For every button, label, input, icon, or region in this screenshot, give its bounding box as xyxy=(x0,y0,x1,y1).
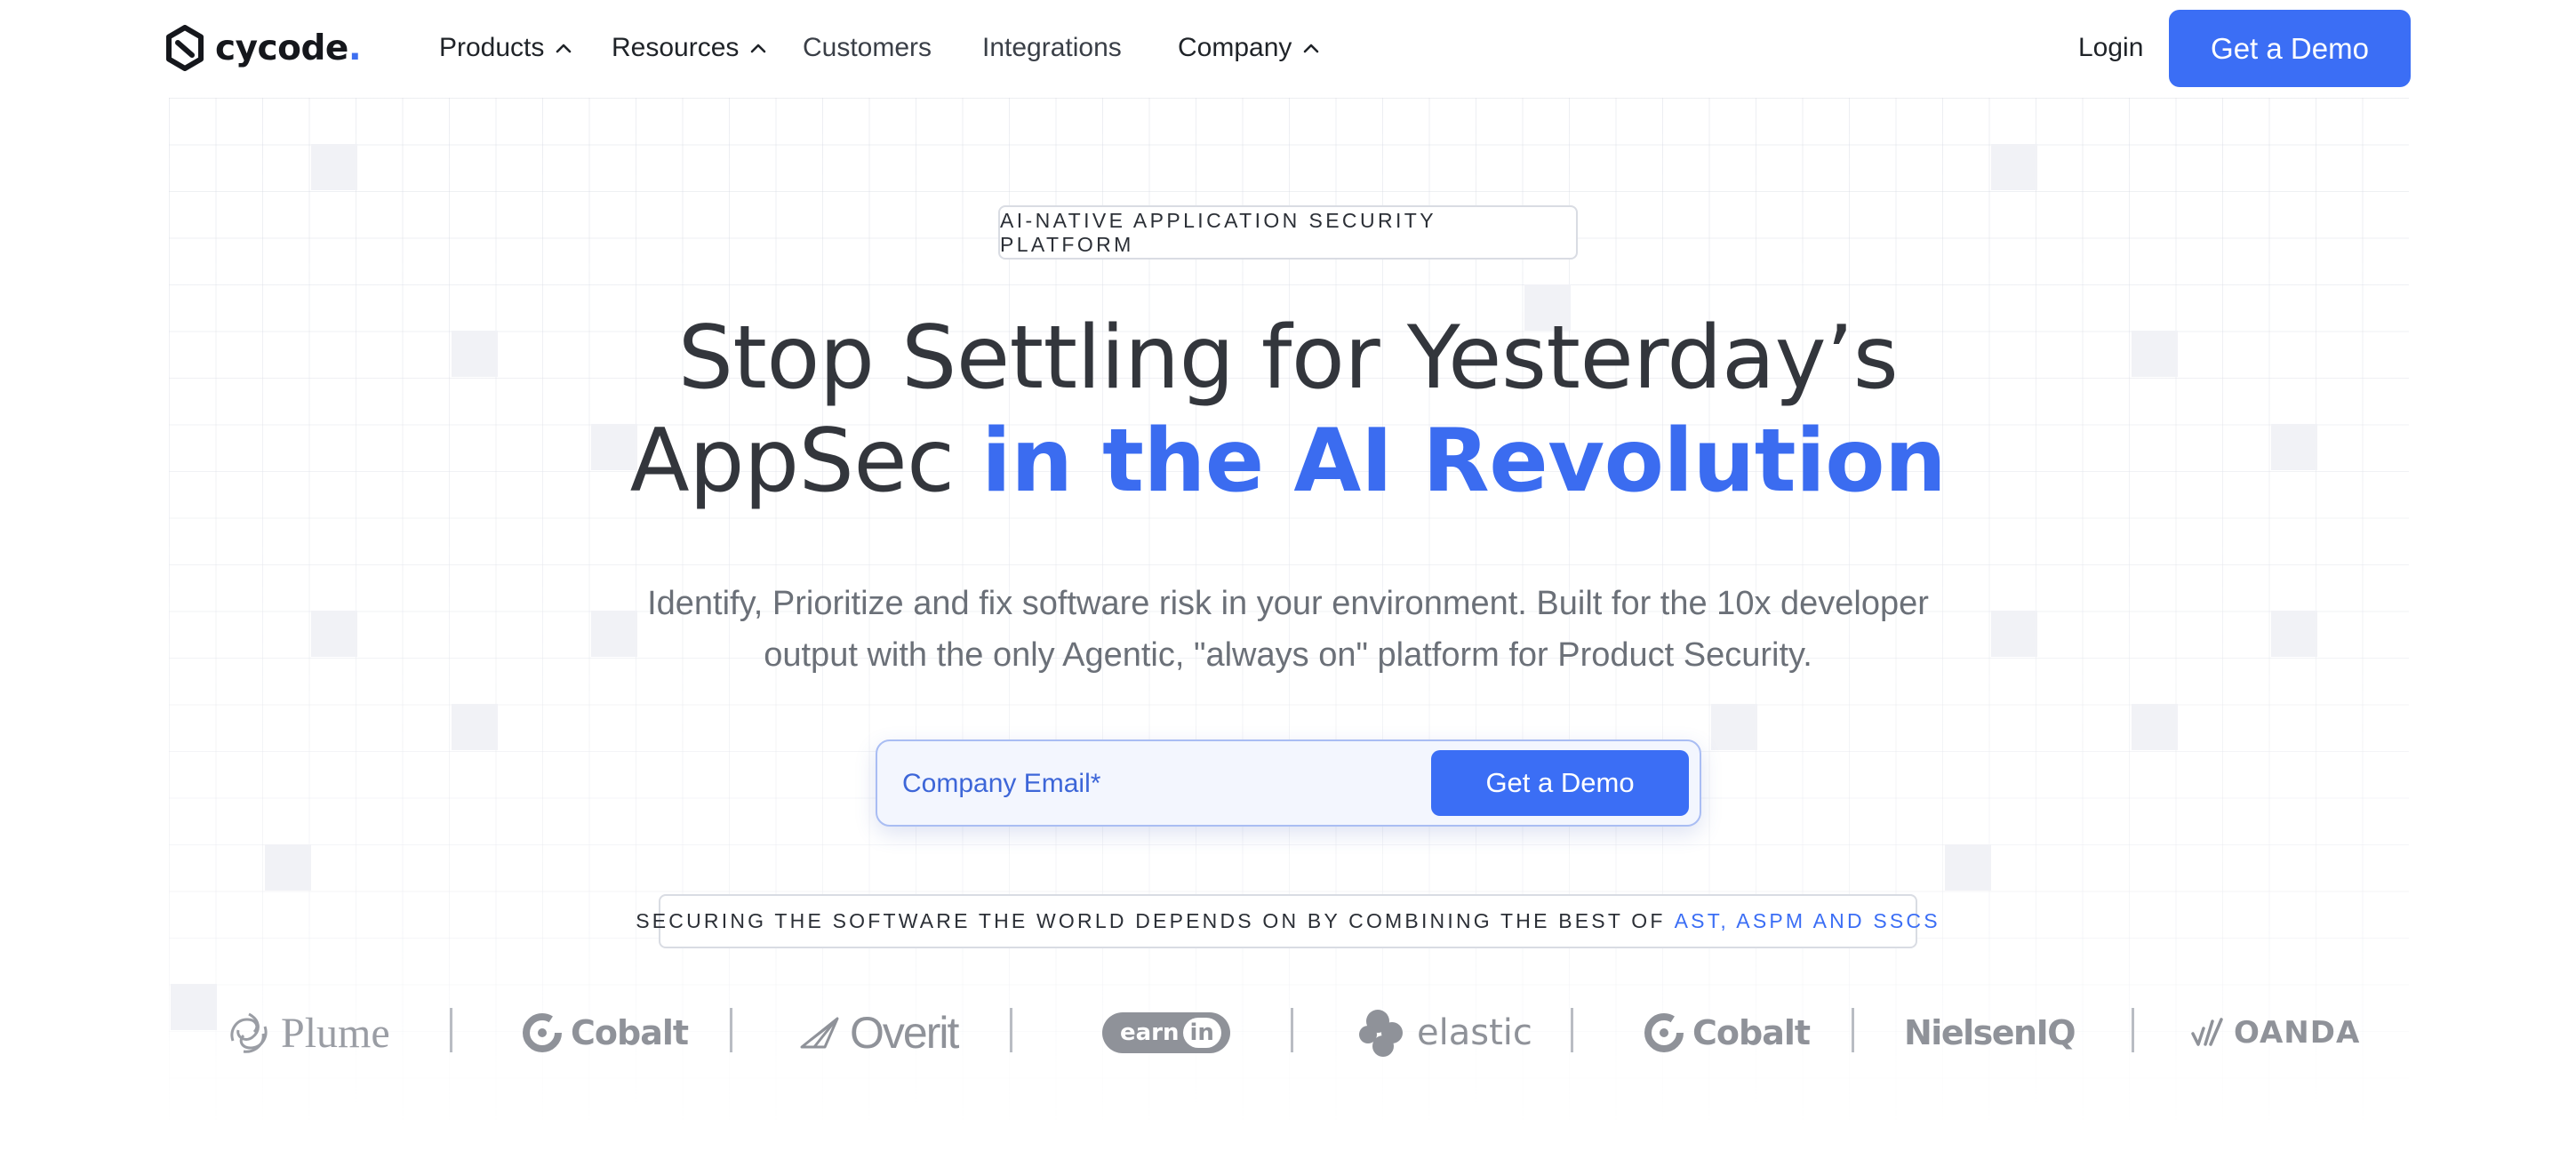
logo-divider xyxy=(730,1008,732,1052)
nav-customers-label: Customers xyxy=(803,33,932,62)
cobalt-logo-icon xyxy=(523,1013,562,1052)
logo-wordmark: cycode. xyxy=(215,28,362,68)
grid-tile xyxy=(2271,424,2317,470)
logo-divider xyxy=(1852,1008,1854,1052)
grid-tile xyxy=(452,704,498,750)
headline-line-1: Stop Settling for Yesterday’s xyxy=(677,308,1899,409)
logo-divider xyxy=(1291,1008,1293,1052)
elastic-logo-icon xyxy=(1359,1010,1403,1057)
plume-wordmark: Plume xyxy=(281,1009,390,1057)
elastic-wordmark: elastic xyxy=(1417,1012,1532,1053)
earnin-wordmark-earn: earn xyxy=(1120,1019,1180,1046)
demo-request-form: Get a Demo xyxy=(876,739,1701,827)
earnin-wordmark-in: in xyxy=(1182,1018,1221,1048)
nav-integrations[interactable]: Integrations xyxy=(982,27,1122,69)
customer-logo-strip: Plume Cobalt Overit earn in elastic Coba… xyxy=(169,1003,2409,1063)
customer-logo-elastic: elastic xyxy=(1356,1003,1532,1063)
grid-tile xyxy=(2271,611,2317,657)
nav-company[interactable]: Company xyxy=(1178,27,1320,69)
logo-divider xyxy=(1571,1008,1573,1052)
chevron-up-icon xyxy=(751,44,766,53)
logo-divider xyxy=(450,1008,452,1052)
cycode-logo-icon xyxy=(166,25,204,71)
login-link[interactable]: Login xyxy=(2078,27,2143,69)
hero-tagline-badge: SECURING THE SOFTWARE THE WORLD DEPENDS … xyxy=(636,894,1938,948)
tagline-prefix: SECURING THE SOFTWARE THE WORLD DEPENDS … xyxy=(636,909,1666,932)
headline-line-2-plain: AppSec xyxy=(629,411,955,512)
subtitle-line-1: Identify, Prioritize and fix software ri… xyxy=(647,585,1929,622)
nav-resources[interactable]: Resources xyxy=(612,27,767,69)
nav-products-label: Products xyxy=(439,33,545,62)
hero-eyebrow-badge: AI-NATIVE APPLICATION SECURITY PLATFORM xyxy=(998,205,1578,260)
customer-logo-plume: Plume xyxy=(226,1003,390,1063)
hero-subtitle: Identify, Prioritize and fix software ri… xyxy=(577,578,1999,681)
customer-logo-cobalt-2: Cobalt xyxy=(1644,1003,1811,1063)
tagline-accent: AST, ASPM AND SSCS xyxy=(1674,909,1940,932)
grid-tile xyxy=(1711,704,1757,750)
cycode-logo[interactable]: cycode. xyxy=(165,23,362,73)
customer-logo-oanda: OANDA xyxy=(2191,1003,2360,1063)
headline-line-2-accent: in the AI Revolution xyxy=(981,411,1947,512)
nielseniq-wordmark: NielsenIQ xyxy=(1904,1013,2076,1052)
grid-tile xyxy=(311,144,357,190)
company-email-input[interactable] xyxy=(902,759,1418,809)
cobalt-wordmark: Cobalt xyxy=(1692,1013,1811,1052)
cobalt-logo-icon xyxy=(1644,1013,1684,1052)
customer-logo-cobalt-1: Cobalt xyxy=(523,1003,689,1063)
top-navigation: cycode. Products Resources Customers Int… xyxy=(0,0,2576,98)
logo-divider xyxy=(1010,1008,1012,1052)
get-demo-button-header[interactable]: Get a Demo xyxy=(2169,10,2411,87)
nav-company-label: Company xyxy=(1178,33,1292,62)
logo-divider xyxy=(2132,1008,2134,1052)
chevron-up-icon xyxy=(556,44,572,53)
grid-tile xyxy=(265,844,311,891)
grid-tile xyxy=(2132,704,2178,750)
overit-logo-icon xyxy=(800,1017,839,1049)
nav-products[interactable]: Products xyxy=(439,27,572,69)
grid-tile xyxy=(1945,844,1991,891)
oanda-logo-icon xyxy=(2191,1018,2223,1046)
subtitle-line-2: output with the only Agentic, "always on… xyxy=(764,636,1812,674)
grid-tile xyxy=(311,611,357,657)
customer-logo-earnin: earn in xyxy=(1102,1003,1230,1063)
earnin-logo-icon: earn in xyxy=(1102,1012,1230,1053)
overit-wordmark: Overit xyxy=(850,1008,959,1058)
nav-resources-label: Resources xyxy=(612,33,740,62)
hero-headline: Stop Settling for Yesterday’s AppSec in … xyxy=(399,307,2177,513)
chevron-up-icon xyxy=(1304,44,1319,53)
nav-customers[interactable]: Customers xyxy=(803,27,932,69)
get-demo-button-form[interactable]: Get a Demo xyxy=(1431,750,1689,816)
nav-integrations-label: Integrations xyxy=(982,33,1122,62)
cobalt-wordmark: Cobalt xyxy=(571,1013,689,1052)
oanda-wordmark: OANDA xyxy=(2234,1015,2361,1051)
grid-tile xyxy=(1991,144,2037,190)
customer-logo-overit: Overit xyxy=(798,1003,959,1063)
plume-logo-icon xyxy=(230,1012,268,1053)
customer-logo-nielseniq: NielsenIQ xyxy=(1904,1003,2076,1063)
